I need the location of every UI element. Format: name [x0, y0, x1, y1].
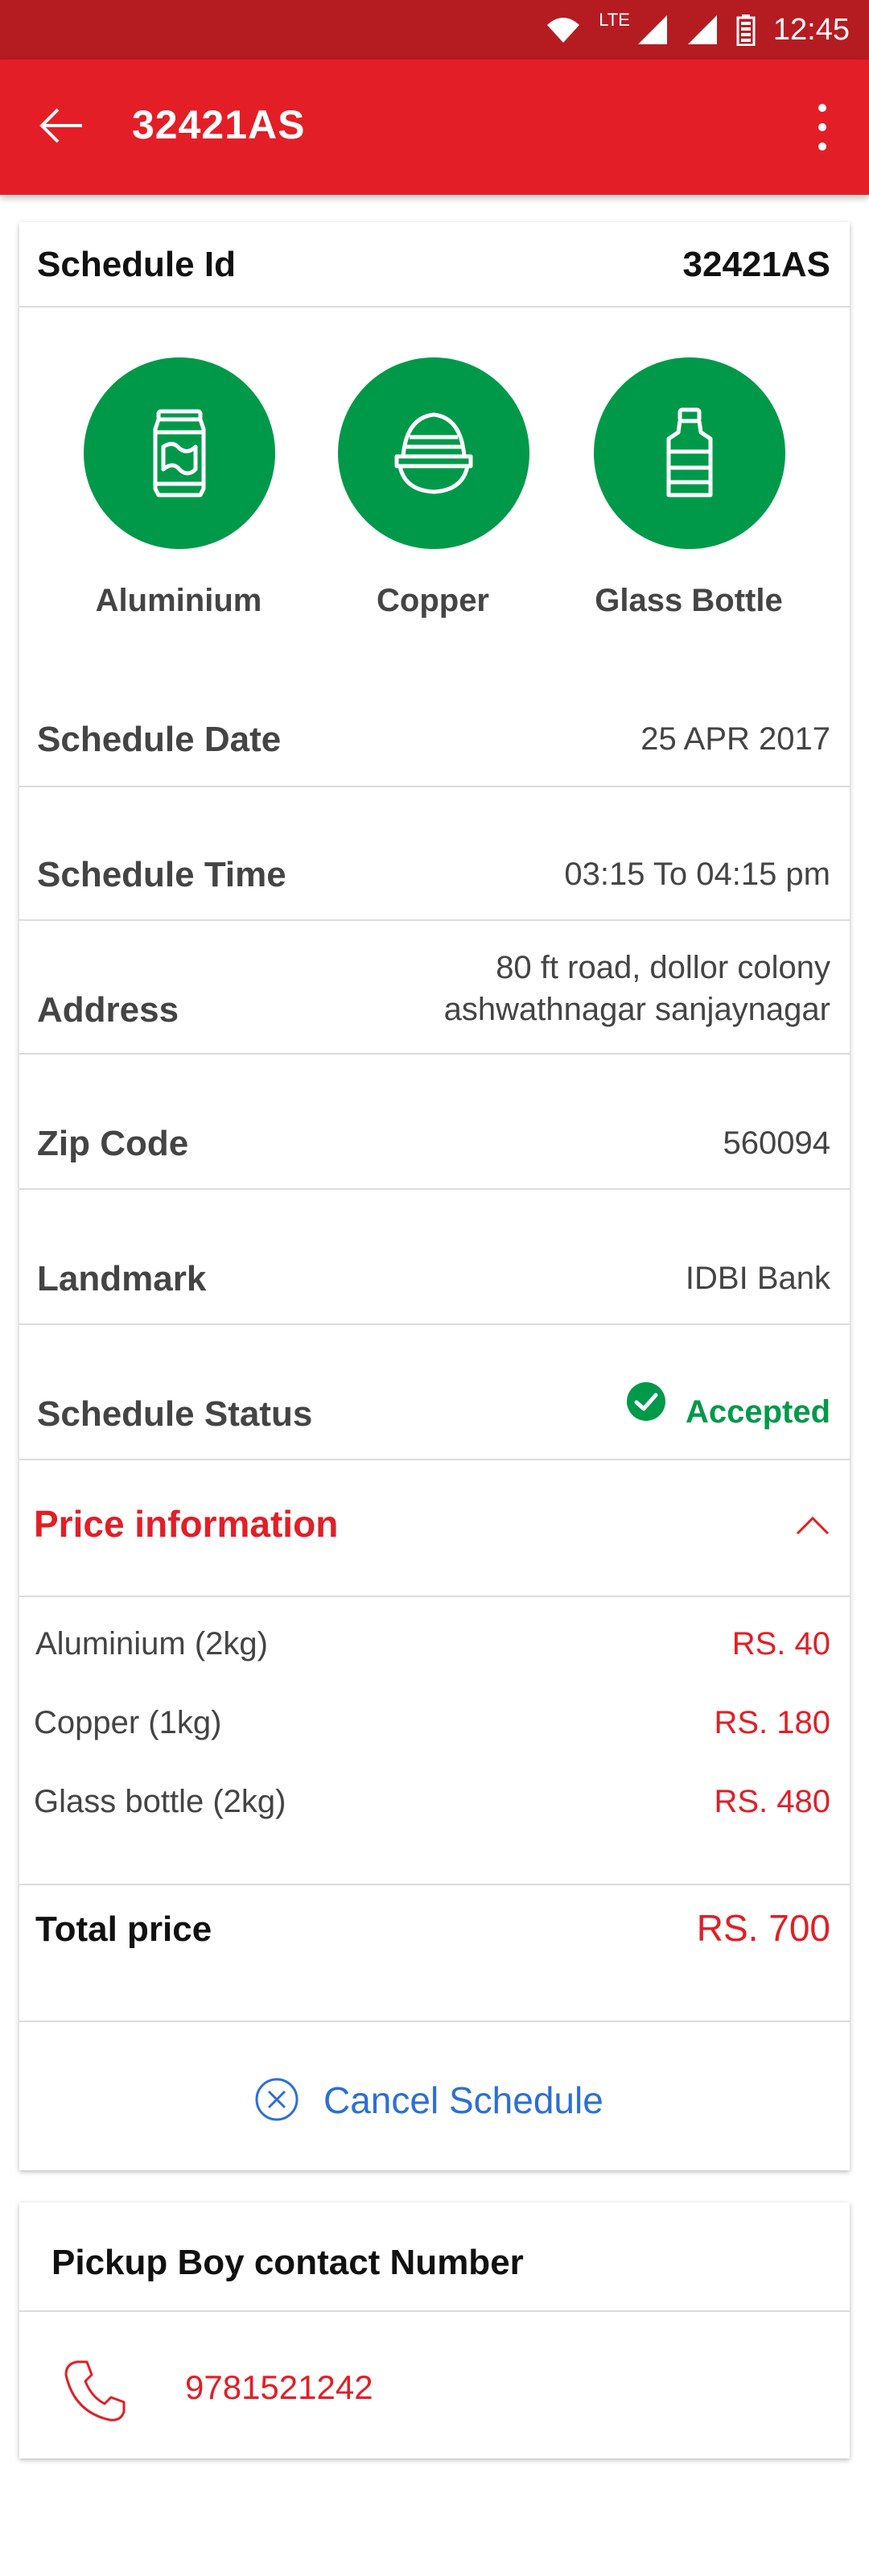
- cancel-circle-icon: [255, 2078, 299, 2121]
- price-info-header[interactable]: Price information: [19, 1460, 850, 1596]
- zip-code-value: 560094: [723, 1125, 830, 1161]
- divider: [19, 1884, 850, 1885]
- pickup-contact-card: Pickup Boy contact Number 9781521242: [19, 2202, 850, 2458]
- material-label-copper: Copper: [377, 583, 489, 618]
- clock: 12:45: [772, 12, 850, 47]
- phone-icon[interactable]: [61, 2357, 129, 2425]
- glass-bottle-circle: [594, 357, 785, 549]
- signal-icon: [637, 15, 667, 44]
- material-label-glass-bottle: Glass Bottle: [595, 583, 783, 618]
- total-price-value: RS. 700: [696, 1907, 830, 1949]
- pickup-contact-title: Pickup Boy contact Number: [51, 2243, 524, 2282]
- can-icon: [153, 409, 206, 497]
- check-circle-icon: [627, 1382, 665, 1421]
- back-arrow-icon[interactable]: [35, 100, 87, 151]
- price-item-name: Copper (1kg): [34, 1705, 222, 1740]
- copper-circle: [338, 357, 529, 549]
- divider: [19, 1323, 850, 1325]
- signal-icon-2: [687, 15, 717, 44]
- pickup-phone-number[interactable]: 9781521242: [185, 2368, 373, 2407]
- status-bar: LTE 12:45: [0, 0, 869, 60]
- address-line-2: ashwathnagar sanjaynagar: [443, 992, 830, 1027]
- wifi-icon: [547, 18, 580, 43]
- divider: [19, 1053, 850, 1055]
- price-item-value: RS. 180: [714, 1705, 830, 1740]
- bottle-icon: [666, 407, 713, 497]
- page-title: 32421AS: [132, 102, 306, 147]
- price-item-name: Glass bottle (2kg): [34, 1784, 286, 1819]
- zip-code-label: Zip Code: [37, 1124, 189, 1163]
- address-label: Address: [37, 990, 179, 1030]
- total-price-label: Total price: [35, 1909, 212, 1949]
- divider: [19, 306, 850, 308]
- schedule-status-value: Accepted: [685, 1394, 830, 1430]
- landmark-label: Landmark: [37, 1259, 207, 1298]
- schedule-time-label: Schedule Time: [37, 855, 286, 894]
- copper-coil-icon: [394, 412, 473, 494]
- app-bar: 32421AS: [0, 60, 869, 195]
- schedule-card: Schedule Id 32421AS Aluminium Copper Gla…: [19, 222, 850, 2170]
- divider: [19, 1188, 850, 1190]
- schedule-date-value: 25 APR 2017: [640, 721, 830, 757]
- landmark-value: IDBI Bank: [685, 1261, 830, 1296]
- aluminium-circle: [84, 357, 275, 549]
- more-vert-icon[interactable]: [814, 101, 830, 153]
- schedule-id-label: Schedule Id: [37, 245, 236, 284]
- cancel-schedule-label: Cancel Schedule: [323, 2079, 603, 2121]
- schedule-id-row: Schedule Id 32421AS: [19, 222, 850, 306]
- cancel-schedule-button[interactable]: Cancel Schedule: [19, 2022, 850, 2170]
- divider: [19, 2310, 850, 2312]
- chevron-up-icon[interactable]: [795, 1515, 830, 1536]
- divider: [19, 919, 850, 921]
- price-info-title: Price information: [34, 1503, 339, 1545]
- material-label-aluminium: Aluminium: [95, 583, 262, 618]
- network-type: LTE: [599, 10, 630, 30]
- price-item-value: RS. 40: [731, 1626, 830, 1662]
- divider: [19, 1596, 850, 1597]
- schedule-date-label: Schedule Date: [37, 720, 282, 759]
- address-line-1: 80 ft road, dollor colony: [496, 950, 830, 985]
- schedule-time-value: 03:15 To 04:15 pm: [564, 857, 830, 892]
- battery-icon: [736, 14, 756, 46]
- price-item-name: Aluminium (2kg): [35, 1626, 268, 1662]
- schedule-status-label: Schedule Status: [37, 1394, 313, 1434]
- divider: [19, 786, 850, 787]
- schedule-id-value: 32421AS: [682, 245, 830, 284]
- price-item-value: RS. 480: [714, 1784, 830, 1819]
